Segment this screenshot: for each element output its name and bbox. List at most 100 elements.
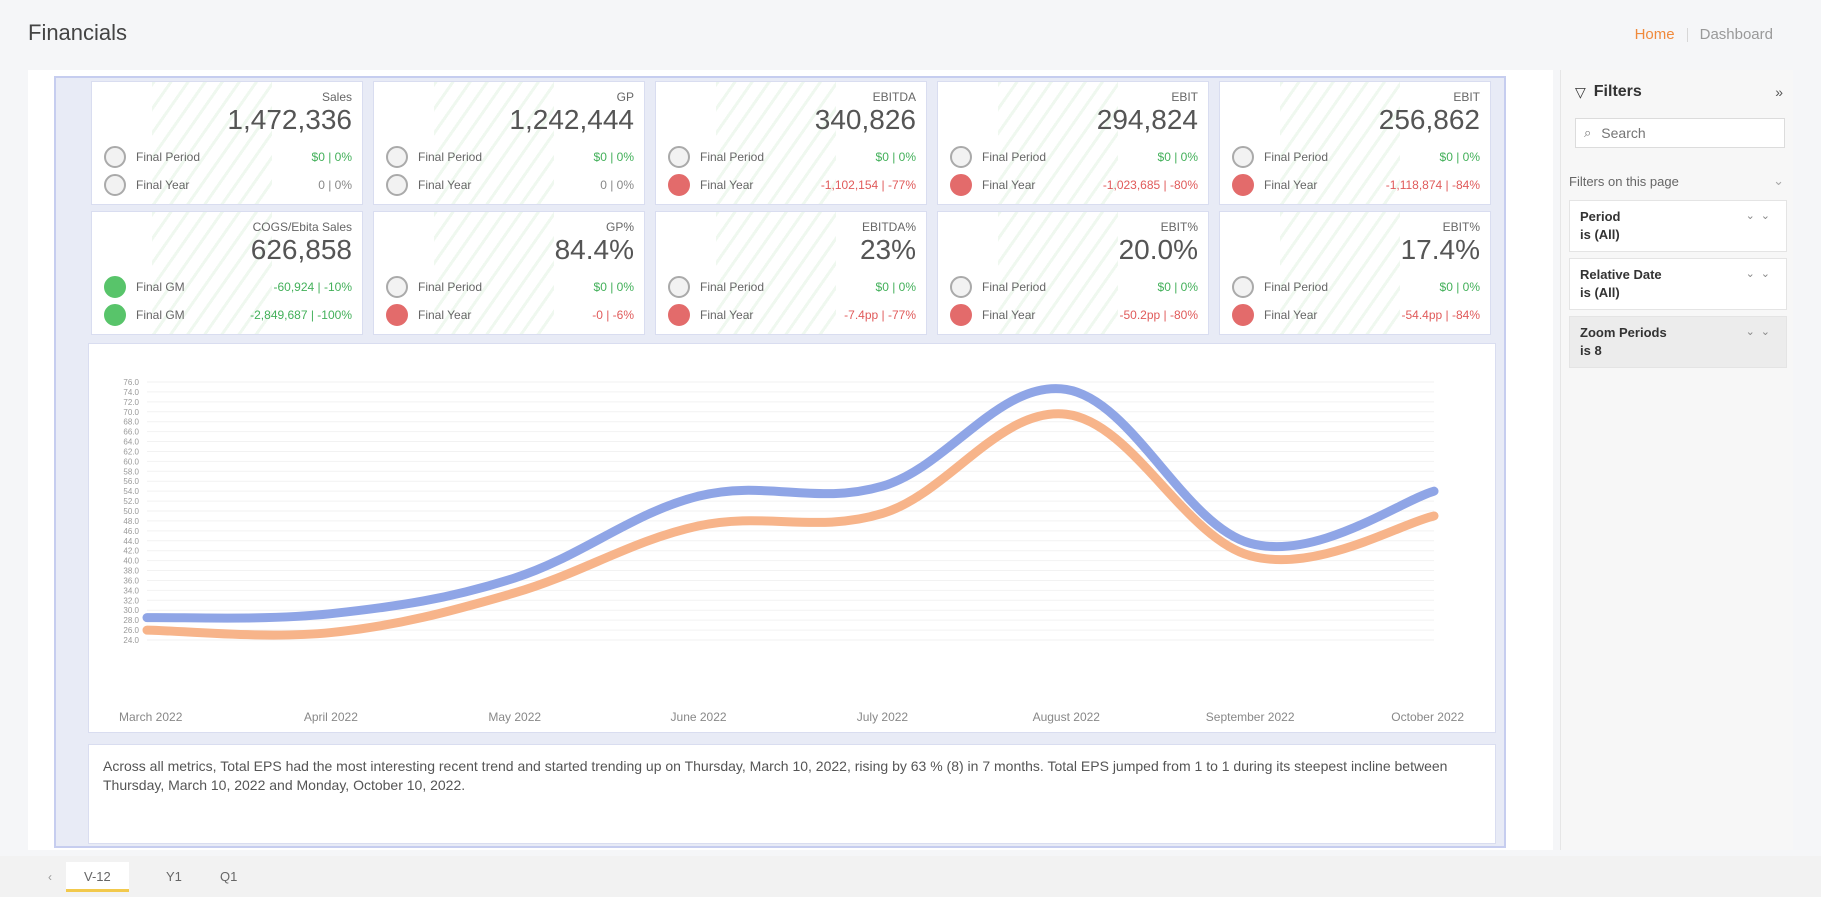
status-neutral-icon bbox=[668, 276, 690, 298]
status-neutral-icon bbox=[1232, 276, 1254, 298]
filter-card-zoom-periods[interactable]: Zoom Periods is 8 ⌄⌄ bbox=[1569, 316, 1787, 368]
kpi-row-label: Final Period bbox=[982, 150, 1047, 164]
filter-search-box[interactable]: ⌕ bbox=[1575, 118, 1785, 148]
kpi-title: EBITDA bbox=[872, 90, 916, 104]
kpi-row: Final Period $0 | 0% bbox=[104, 144, 352, 170]
kpi-card-sales[interactable]: Sales 1,472,336 Final Period $0 | 0% Fin… bbox=[91, 81, 363, 205]
y-tick-label: 72.0 bbox=[123, 398, 139, 407]
kpi-row-value: $0 | 0% bbox=[311, 150, 352, 164]
kpi-value: 1,472,336 bbox=[227, 104, 352, 135]
kpi-row-label: Final Year bbox=[1264, 178, 1318, 192]
page-tab-1[interactable]: V-12 bbox=[66, 862, 129, 892]
kpi-title: Sales bbox=[321, 90, 352, 104]
kpi-row: Final Period $0 | 0% bbox=[668, 274, 916, 300]
kpi-card-cogs[interactable]: COGS/Ebita Sales 626,858 Final GM -60,92… bbox=[91, 211, 363, 335]
kpi-card-ebit[interactable]: EBIT 294,824 Final Period $0 | 0% Final … bbox=[937, 81, 1209, 205]
kpi-card-gp[interactable]: GP 1,242,444 Final Period $0 | 0% Final … bbox=[373, 81, 645, 205]
kpi-card-ebit-2[interactable]: EBIT 256,862 Final Period $0 | 0% Final … bbox=[1219, 81, 1491, 205]
series-line-1 bbox=[142, 409, 1439, 640]
kpi-row-value: 0 | 0% bbox=[318, 178, 352, 192]
kpi-row-value: -0 | -6% bbox=[592, 308, 634, 322]
kpi-row-value: $0 | 0% bbox=[593, 150, 634, 164]
status-down-icon bbox=[668, 174, 690, 196]
y-tick-label: 54.0 bbox=[123, 487, 139, 496]
y-tick-label: 36.0 bbox=[123, 576, 139, 585]
y-tick-label: 64.0 bbox=[123, 438, 139, 447]
kpi-row-label: Final Period bbox=[136, 150, 201, 164]
filter-controls-icon[interactable]: ⌄⌄ bbox=[1746, 325, 1776, 338]
nav-home-link[interactable]: Home bbox=[1623, 26, 1687, 43]
kpi-row-value: -54.4pp | -84% bbox=[1401, 308, 1481, 322]
kpi-row-label: Final Year bbox=[136, 178, 190, 192]
status-down-icon bbox=[668, 304, 690, 326]
smart-narrative: Across all metrics, Total EPS had the mo… bbox=[88, 744, 1496, 844]
kpi-card-ebit-pct[interactable]: EBIT% 20.0% Final Period $0 | 0% Final Y… bbox=[937, 211, 1209, 335]
kpi-row-value: $0 | 0% bbox=[1157, 150, 1198, 164]
collapse-pane-icon[interactable]: » bbox=[1775, 84, 1783, 100]
kpi-row-label: Final Period bbox=[418, 280, 483, 294]
status-neutral-icon bbox=[950, 276, 972, 298]
line-chart[interactable]: 24.0 26.0 28.0 30.0 32.0 34.0 36.0 38.0 40.0 42.0… bbox=[88, 343, 1496, 733]
filter-controls-icon[interactable]: ⌄⌄ bbox=[1746, 267, 1776, 280]
kpi-card-ebitda-pct[interactable]: EBITDA% 23% Final Period $0 | 0% Final Y… bbox=[655, 211, 927, 335]
kpi-card-ebitda[interactable]: EBITDA 340,826 Final Period $0 | 0% Fina… bbox=[655, 81, 927, 205]
kpi-title: COGS/Ebita Sales bbox=[252, 220, 352, 234]
search-icon: ⌕ bbox=[1584, 125, 1592, 140]
y-tick-label: 38.0 bbox=[123, 567, 139, 576]
kpi-row: Final GM -60,924 | -10% bbox=[104, 274, 352, 300]
filter-search-input[interactable] bbox=[1601, 125, 1772, 141]
filter-card-relative-date[interactable]: Relative Date is (All) ⌄⌄ bbox=[1569, 258, 1787, 310]
filters-pane: ▽ Filters » ⌕ Filters on this page ⌄ Per… bbox=[1560, 70, 1793, 850]
kpi-row-label: Final Period bbox=[418, 150, 483, 164]
kpi-row: Final Year -1,118,874 | -84% bbox=[1232, 172, 1480, 198]
status-neutral-icon bbox=[104, 174, 126, 196]
kpi-value: 84.4% bbox=[554, 234, 634, 265]
kpi-row-label: Final Year bbox=[1264, 308, 1318, 322]
kpi-value: 256,862 bbox=[1378, 104, 1480, 135]
kpi-title: EBIT bbox=[1453, 90, 1480, 104]
series-line-0 bbox=[142, 384, 1439, 623]
kpi-value: 294,824 bbox=[1096, 104, 1198, 135]
y-tick-label: 58.0 bbox=[123, 467, 139, 476]
y-tick-label: 66.0 bbox=[123, 428, 139, 437]
kpi-row-value: -50.2pp | -80% bbox=[1119, 308, 1199, 322]
filter-card-period[interactable]: Period is (All) ⌄⌄ bbox=[1569, 200, 1787, 252]
filter-controls-icon[interactable]: ⌄⌄ bbox=[1746, 209, 1776, 222]
y-tick-label: 44.0 bbox=[123, 537, 139, 546]
kpi-row-label: Final Year bbox=[700, 178, 754, 192]
x-tick-label: August 2022 bbox=[1033, 710, 1101, 724]
kpi-card-gp-pct[interactable]: GP% 84.4% Final Period $0 | 0% Final Yea… bbox=[373, 211, 645, 335]
x-tick-label: May 2022 bbox=[488, 710, 541, 724]
kpi-value: 626,858 bbox=[250, 234, 352, 265]
kpi-card-ebit-pct-2[interactable]: EBIT% 17.4% Final Period $0 | 0% Final Y… bbox=[1219, 211, 1491, 335]
x-tick-label: September 2022 bbox=[1206, 710, 1295, 724]
kpi-value: 1,242,444 bbox=[509, 104, 634, 135]
page-tab-3[interactable]: Q1 bbox=[202, 862, 256, 892]
kpi-row-value: $0 | 0% bbox=[1439, 150, 1480, 164]
y-tick-label: 46.0 bbox=[123, 527, 139, 536]
filter-value: is (All) bbox=[1580, 285, 1620, 300]
kpi-row-label: Final Period bbox=[700, 150, 765, 164]
filters-header: ▽ Filters » bbox=[1575, 80, 1783, 104]
tab-scroll-left-icon[interactable]: ‹ bbox=[36, 866, 64, 888]
page-tab-2[interactable]: Y1 bbox=[148, 862, 200, 892]
top-bar: Financials Home Dashboard bbox=[0, 0, 1821, 66]
kpi-row-value: -1,023,685 | -80% bbox=[1102, 178, 1198, 192]
y-tick-label: 76.0 bbox=[123, 378, 139, 387]
kpi-row-value: $0 | 0% bbox=[875, 150, 916, 164]
status-neutral-icon bbox=[950, 146, 972, 168]
status-neutral-icon bbox=[386, 276, 408, 298]
status-down-icon bbox=[1232, 304, 1254, 326]
filters-on-page-section[interactable]: Filters on this page ⌄ bbox=[1565, 168, 1790, 194]
kpi-title: GP bbox=[616, 90, 634, 104]
status-neutral-icon bbox=[386, 174, 408, 196]
status-neutral-icon bbox=[104, 146, 126, 168]
kpi-row-value: $0 | 0% bbox=[875, 280, 916, 294]
y-tick-label: 42.0 bbox=[123, 547, 139, 556]
kpi-title: GP% bbox=[605, 220, 634, 234]
y-tick-label: 40.0 bbox=[123, 557, 139, 566]
kpi-row: Final Period $0 | 0% bbox=[1232, 274, 1480, 300]
nav-dashboard-link[interactable]: Dashboard bbox=[1688, 26, 1785, 43]
kpi-row: Final Year 0 | 0% bbox=[104, 172, 352, 198]
kpi-title: EBIT% bbox=[1160, 220, 1198, 234]
